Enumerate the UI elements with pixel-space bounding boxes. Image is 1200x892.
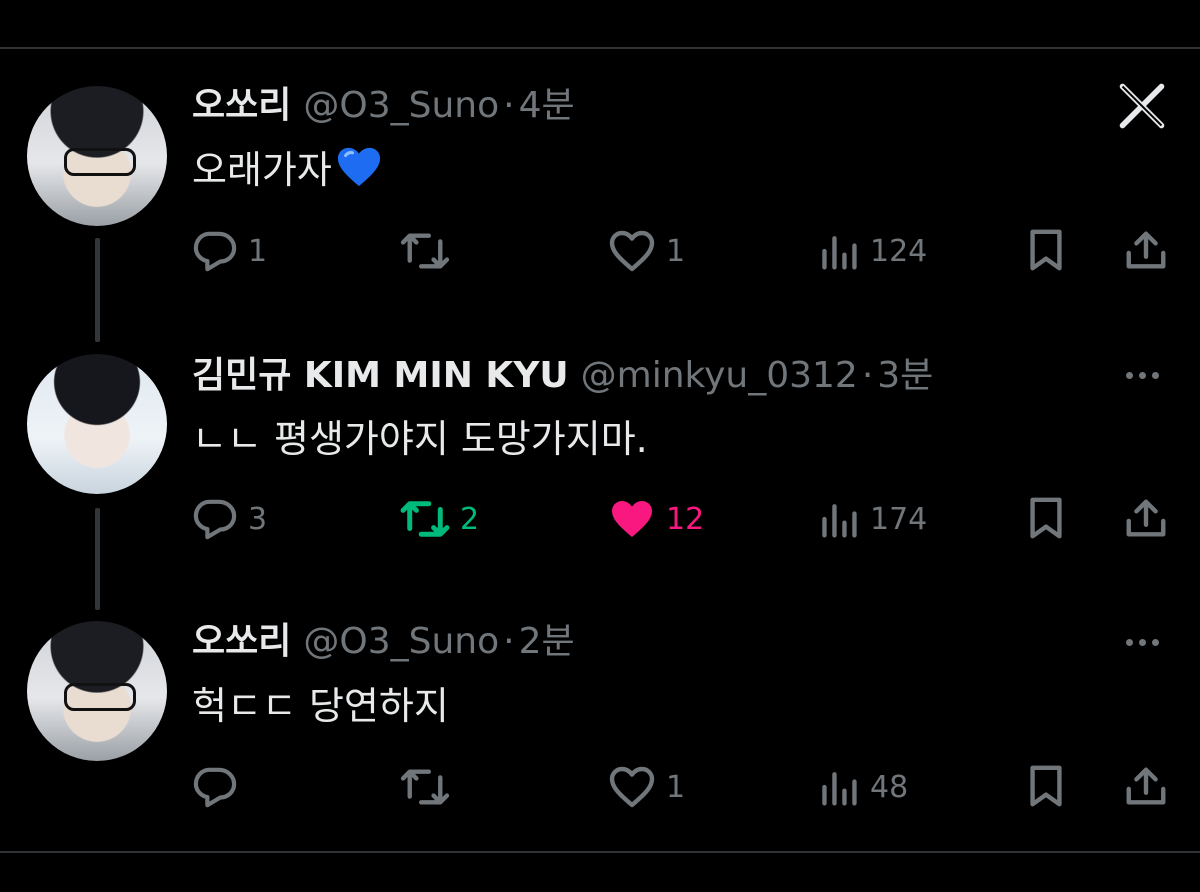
reply-button[interactable]: 1 [192, 221, 267, 281]
retweet-button[interactable] [400, 221, 460, 281]
bookmark-button[interactable] [1024, 221, 1068, 281]
tweet-header: 오쏘리 @O3_Suno · 2분 [192, 620, 575, 664]
views-icon [822, 236, 857, 270]
separator: · [503, 621, 515, 662]
timestamp[interactable]: 3분 [877, 355, 933, 396]
tweet-meta: @minkyu_0312 · 3분 [581, 354, 934, 398]
separator: · [503, 85, 515, 126]
retweet-button[interactable]: 2 [400, 489, 479, 549]
more-dot-icon [1139, 371, 1146, 379]
tweet-actions: 1 1 124 [0, 221, 1200, 281]
tweet-text: ㄴㄴ 평생가야지 도망가지마. [192, 415, 648, 463]
reply-icon [193, 767, 237, 808]
display-name[interactable]: 오쏘리 [192, 84, 291, 128]
more-dot-icon [1152, 371, 1159, 379]
blue-heart-icon [337, 147, 380, 187]
like-count: 1 [666, 233, 686, 269]
retweet-count: 2 [460, 501, 480, 537]
reply-count: 3 [248, 501, 268, 537]
share-button[interactable] [1122, 221, 1170, 281]
views-icon [822, 504, 857, 538]
handle[interactable]: @O3_Suno [303, 621, 499, 662]
separator: · [861, 355, 874, 396]
heart-icon [609, 766, 655, 808]
handle[interactable]: @minkyu_0312 [581, 355, 858, 396]
views-button[interactable]: 174 [818, 489, 927, 549]
bookmark-icon [1030, 765, 1062, 807]
tweet-actions: 1 48 [0, 757, 1200, 817]
tweet-meta: @O3_Suno · 4분 [303, 84, 574, 128]
display-name[interactable]: 김민규 KIM MIN KYU [192, 354, 569, 398]
tweet-body: 헉ㄷㄷ 당연하지 [192, 684, 449, 728]
timestamp[interactable]: 4분 [519, 85, 575, 126]
heart-icon [609, 230, 655, 272]
like-button[interactable]: 1 [608, 757, 685, 817]
retweet-button[interactable] [400, 757, 460, 817]
more-options-button[interactable] [1126, 365, 1159, 385]
avatar[interactable] [27, 621, 167, 761]
like-button[interactable]: 12 [608, 489, 704, 549]
more-dot-icon [1126, 638, 1133, 646]
view-count: 124 [870, 233, 928, 269]
reply-icon [193, 231, 237, 272]
avatar[interactable] [27, 354, 167, 494]
bookmark-icon [1030, 229, 1062, 271]
timestamp[interactable]: 2분 [519, 621, 575, 662]
share-button[interactable] [1122, 489, 1170, 549]
avatar[interactable] [27, 86, 167, 226]
reply-button[interactable]: 3 [192, 489, 267, 549]
display-name[interactable]: 오쏘리 [192, 620, 291, 664]
share-button[interactable] [1122, 757, 1170, 817]
close-x-icon[interactable] [1116, 80, 1168, 132]
tweet-meta: @O3_Suno · 2분 [303, 620, 574, 664]
reply-icon [193, 499, 237, 540]
tweet-actions: 3 2 12 174 [0, 489, 1200, 549]
bookmark-button[interactable] [1024, 489, 1068, 549]
tweet-header: 김민규 KIM MIN KYU @minkyu_0312 · 3분 [192, 354, 933, 398]
retweet-icon [400, 233, 450, 269]
top-divider [0, 47, 1200, 49]
share-icon [1126, 767, 1166, 805]
more-options-button[interactable] [1126, 632, 1159, 652]
share-icon [1126, 231, 1166, 269]
tweet-text: 헉ㄷㄷ 당연하지 [192, 682, 449, 730]
like-button[interactable]: 1 [608, 221, 685, 281]
more-dot-icon [1139, 638, 1146, 646]
views-icon [822, 772, 857, 806]
reply-count: 1 [248, 233, 268, 269]
like-count: 1 [666, 769, 686, 805]
retweet-icon [400, 501, 450, 537]
more-dot-icon [1152, 638, 1159, 646]
timeline: 오쏘리 @O3_Suno · 4분 오래가자 1 1 124 김민규 KIM M… [0, 0, 1200, 892]
tweet-body: 오래가자 [192, 148, 332, 192]
tweet-text: 오래가자 [192, 145, 382, 194]
bookmark-button[interactable] [1024, 757, 1068, 817]
bottom-divider [0, 851, 1200, 853]
heart-filled-icon [612, 501, 652, 537]
view-count: 174 [870, 501, 928, 537]
bookmark-icon [1030, 497, 1062, 539]
reply-button[interactable] [192, 757, 248, 817]
more-dot-icon [1126, 371, 1133, 379]
tweet-header: 오쏘리 @O3_Suno · 4분 [192, 84, 575, 128]
handle[interactable]: @O3_Suno [303, 85, 499, 126]
view-count: 48 [870, 769, 909, 805]
views-button[interactable]: 124 [818, 221, 927, 281]
share-icon [1126, 499, 1166, 537]
retweet-icon [400, 769, 450, 805]
tweet-body: ㄴㄴ 평생가야지 도망가지마. [192, 417, 648, 461]
views-button[interactable]: 48 [818, 757, 908, 817]
like-count: 12 [666, 501, 705, 537]
